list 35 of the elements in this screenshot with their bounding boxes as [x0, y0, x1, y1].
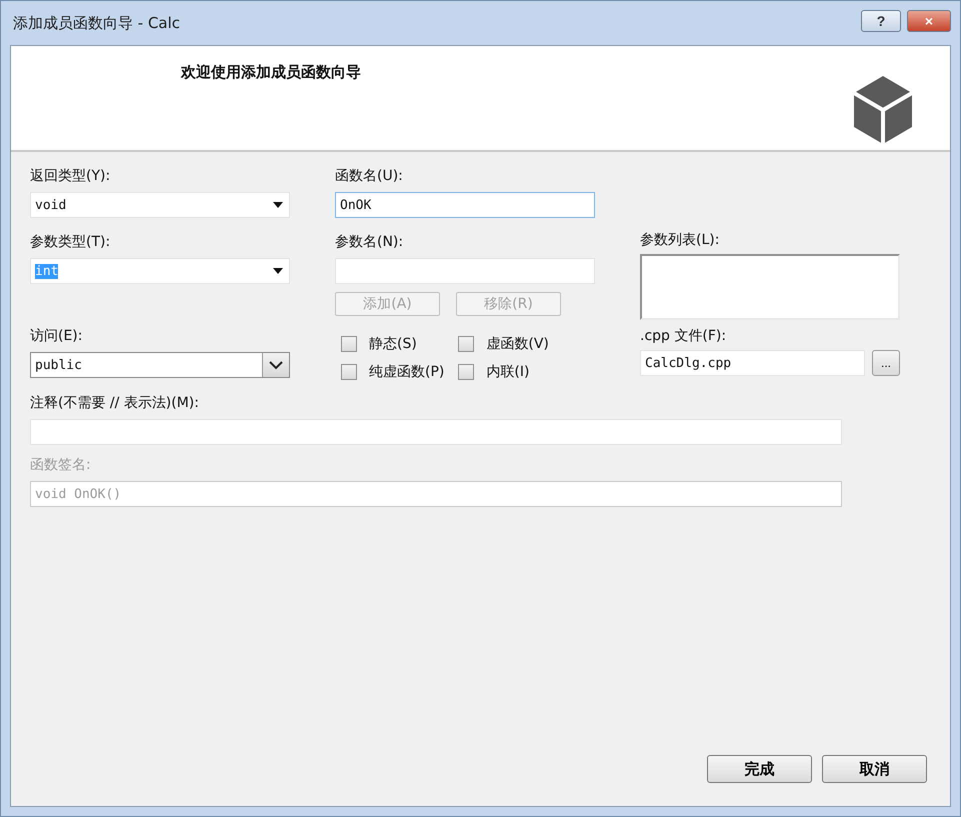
checkbox-label: 纯虚函数(P): [369, 363, 444, 381]
cube-icon: [852, 74, 914, 146]
field-label: 函数签名:: [30, 456, 91, 475]
field-label: 注释(不需要 // 表示法)(M):: [30, 394, 199, 413]
return-type-combo[interactable]: void: [30, 192, 290, 218]
checkbox[interactable]: [458, 364, 474, 380]
chevron-down-icon: [269, 360, 283, 370]
wizard-title: 欢迎使用添加成员函数向导: [181, 63, 361, 82]
caret-icon: [273, 202, 283, 208]
param-name-field[interactable]: [335, 258, 595, 284]
field-label: 参数类型(T):: [30, 233, 110, 252]
dropdown-button[interactable]: [262, 353, 289, 377]
checkbox[interactable]: [341, 336, 357, 352]
caret-icon: [273, 268, 283, 274]
field-label: 参数名(N):: [335, 233, 404, 252]
field-label: 访问(E):: [30, 327, 82, 346]
checkbox[interactable]: [341, 364, 357, 380]
checkbox[interactable]: [458, 336, 474, 352]
dialog-button[interactable]: 完成: [707, 755, 812, 783]
browse-button[interactable]: ...: [872, 350, 900, 376]
help-button[interactable]: ?: [861, 10, 901, 32]
field-label: 参数列表(L):: [640, 231, 720, 250]
field-label: 返回类型(Y):: [30, 167, 110, 186]
window-title: 添加成员函数向导 - Calc: [13, 14, 180, 32]
function-name-field[interactable]: OnOK: [335, 192, 595, 218]
cpp-file-field[interactable]: CalcDlg.cpp: [640, 350, 865, 376]
access-dropdown[interactable]: public: [30, 352, 290, 378]
field-label: 函数名(U):: [335, 167, 403, 186]
checkbox-label: 虚函数(V): [486, 335, 549, 353]
field-label: .cpp 文件(F):: [640, 327, 726, 346]
comment-field[interactable]: [30, 419, 842, 445]
param-list-box[interactable]: [640, 254, 900, 320]
dialog-button[interactable]: 取消: [822, 755, 927, 783]
checkbox-label: 内联(I): [486, 363, 530, 381]
checkbox-label: 静态(S): [369, 335, 417, 353]
